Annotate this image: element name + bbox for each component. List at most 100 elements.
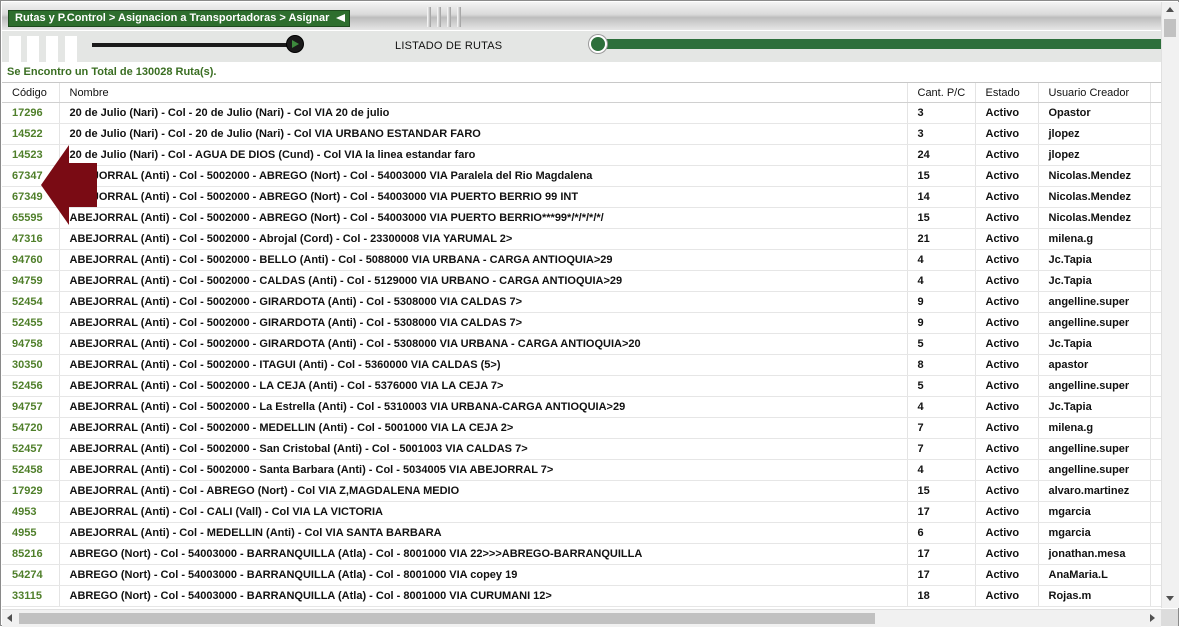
table-row[interactable]: 52457 ABEJORRAL (Anti) - Col - 5002000 - … [2, 438, 1161, 460]
cell-codigo[interactable]: 52454 [2, 291, 60, 313]
table-row[interactable]: 52455 ABEJORRAL (Anti) - Col - 5002000 - … [2, 312, 1161, 334]
cell-spacer [1150, 291, 1161, 313]
vertical-scroll-thumb[interactable] [1164, 19, 1176, 37]
scroll-down-icon[interactable] [1166, 596, 1174, 601]
table-row[interactable]: 67349 ABEJORRAL (Anti) - Col - 5002000 - … [2, 186, 1161, 208]
table-row[interactable]: 17929 ABEJORRAL (Anti) - Col - ABREGO (No… [2, 480, 1161, 502]
grip-handle-icon[interactable] [437, 7, 441, 27]
table-row[interactable]: 67347 ABEJORRAL (Anti) - Col - 5002000 - … [2, 165, 1161, 187]
cell-usuario: jlopez [1038, 123, 1151, 145]
cell-usuario: Jc.Tapia [1038, 396, 1151, 418]
cell-nombre: ABEJORRAL (Anti) - Col - 5002000 - Santa… [59, 459, 908, 481]
column-header-nombre[interactable]: Nombre [59, 83, 908, 103]
cell-estado: Activo [975, 543, 1039, 565]
table-row[interactable]: 65595 ABEJORRAL (Anti) - Col - 5002000 - … [2, 207, 1161, 229]
scroll-up-icon[interactable] [1166, 7, 1174, 12]
cell-codigo[interactable]: 30350 [2, 354, 60, 376]
breadcrumb[interactable]: Rutas y P.Control > Asignacion a Transpo… [8, 10, 351, 27]
table-row[interactable]: 94758 ABEJORRAL (Anti) - Col - 5002000 - … [2, 333, 1161, 355]
cell-cant: 14 [907, 186, 976, 208]
cell-codigo[interactable]: 54720 [2, 417, 60, 439]
cell-codigo[interactable]: 4955 [2, 522, 60, 544]
cell-codigo[interactable]: 33115 [2, 585, 60, 607]
cell-codigo[interactable]: 52456 [2, 375, 60, 397]
cell-codigo[interactable]: 17296 [2, 102, 60, 124]
cell-codigo[interactable]: 94759 [2, 270, 60, 292]
column-header-estado[interactable]: Estado [975, 83, 1039, 103]
cell-codigo[interactable]: 52458 [2, 459, 60, 481]
cell-codigo[interactable]: 14522 [2, 123, 60, 145]
cell-codigo[interactable]: 94760 [2, 249, 60, 271]
cell-estado: Activo [975, 459, 1039, 481]
grip-handle-icon[interactable] [457, 7, 461, 27]
table-row[interactable]: 85216 ABREGO (Nort) - Col - 54003000 - BA… [2, 543, 1161, 565]
panel-divider [9, 36, 21, 62]
cell-nombre: ABEJORRAL (Anti) - Col - MEDELLIN (Anti)… [59, 522, 908, 544]
cell-codigo[interactable]: 94758 [2, 333, 60, 355]
grip-handle-icon[interactable] [427, 7, 431, 27]
progress-handle[interactable] [589, 35, 607, 53]
table-row[interactable]: 54274 ABREGO (Nort) - Col - 54003000 - BA… [2, 564, 1161, 586]
cell-nombre: ABEJORRAL (Anti) - Col - 5002000 - CALDA… [59, 270, 908, 292]
column-header-usuario[interactable]: Usuario Creador [1038, 83, 1151, 103]
table-row[interactable]: 14523 20 de Julio (Nari) - Col - AGUA DE … [2, 144, 1161, 166]
cell-codigo[interactable]: 52455 [2, 312, 60, 334]
scroll-left-icon[interactable] [7, 614, 12, 622]
scroll-right-icon[interactable] [1150, 614, 1155, 622]
cell-usuario: milena.g [1038, 228, 1151, 250]
app-frame: Rutas y P.Control > Asignacion a Transpo… [0, 0, 1179, 627]
table-row[interactable]: 33115 ABREGO (Nort) - Col - 54003000 - BA… [2, 585, 1161, 607]
table-row[interactable]: 52456 ABEJORRAL (Anti) - Col - 5002000 - … [2, 375, 1161, 397]
cell-estado: Activo [975, 438, 1039, 460]
cell-cant: 9 [907, 312, 976, 334]
back-arrow-icon[interactable] [336, 14, 346, 22]
table-row[interactable]: 30350 ABEJORRAL (Anti) - Col - 5002000 - … [2, 354, 1161, 376]
cell-estado: Activo [975, 312, 1039, 334]
cell-usuario: milena.g [1038, 417, 1151, 439]
cell-codigo[interactable]: 94757 [2, 396, 60, 418]
table-row[interactable]: 4955 ABEJORRAL (Anti) - Col - MEDELLIN (A… [2, 522, 1161, 544]
cell-codigo[interactable]: 17929 [2, 480, 60, 502]
cell-usuario: Rojas.m [1038, 585, 1151, 607]
cell-estado: Activo [975, 501, 1039, 523]
cell-codigo[interactable]: 54274 [2, 564, 60, 586]
column-header-cant[interactable]: Cant. P/C [907, 83, 976, 103]
table-row[interactable]: 94757 ABEJORRAL (Anti) - Col - 5002000 - … [2, 396, 1161, 418]
cell-usuario: Jc.Tapia [1038, 333, 1151, 355]
table-row[interactable]: 94760 ABEJORRAL (Anti) - Col - 5002000 - … [2, 249, 1161, 271]
vertical-scrollbar[interactable] [1161, 2, 1179, 608]
cell-spacer [1150, 270, 1161, 292]
cell-usuario: mgarcia [1038, 501, 1151, 523]
table-row[interactable]: 47316 ABEJORRAL (Anti) - Col - 5002000 - … [2, 228, 1161, 250]
table-row[interactable]: 52458 ABEJORRAL (Anti) - Col - 5002000 - … [2, 459, 1161, 481]
table-row[interactable]: 14522 20 de Julio (Nari) - Col - 20 de Ju… [2, 123, 1161, 145]
column-header-codigo[interactable]: Código [2, 83, 60, 103]
table-row[interactable]: 54720 ABEJORRAL (Anti) - Col - 5002000 - … [2, 417, 1161, 439]
cell-estado: Activo [975, 375, 1039, 397]
cell-cant: 7 [907, 438, 976, 460]
table-row[interactable]: 4953 ABEJORRAL (Anti) - Col - CALI (Vall)… [2, 501, 1161, 523]
cell-usuario: alvaro.martinez [1038, 480, 1151, 502]
cell-codigo[interactable]: 85216 [2, 543, 60, 565]
table-row[interactable]: 94759 ABEJORRAL (Anti) - Col - 5002000 - … [2, 270, 1161, 292]
cell-codigo[interactable]: 4953 [2, 501, 60, 523]
cell-estado: Activo [975, 123, 1039, 145]
table-row[interactable]: 52454 ABEJORRAL (Anti) - Col - 5002000 - … [2, 291, 1161, 313]
progress-bar[interactable] [595, 39, 1161, 49]
cell-codigo[interactable]: 52457 [2, 438, 60, 460]
column-header-spacer [1150, 83, 1161, 103]
slider-track[interactable] [92, 43, 290, 47]
grip-handle-icon[interactable] [447, 7, 451, 27]
table-row[interactable]: 17296 20 de Julio (Nari) - Col - 20 de Ju… [2, 102, 1161, 124]
horizontal-scrollbar[interactable] [2, 609, 1161, 627]
cell-spacer [1150, 396, 1161, 418]
cell-nombre: ABEJORRAL (Anti) - Col - 5002000 - GIRAR… [59, 312, 908, 334]
cell-nombre: ABEJORRAL (Anti) - Col - CALI (Vall) - C… [59, 501, 908, 523]
cell-cant: 4 [907, 249, 976, 271]
cell-spacer [1150, 312, 1161, 334]
routes-table-container[interactable]: Código Nombre Cant. P/C Estado Usuario C… [2, 82, 1161, 609]
cell-cant: 3 [907, 123, 976, 145]
horizontal-scroll-thumb[interactable] [19, 613, 875, 624]
cell-codigo[interactable]: 47316 [2, 228, 60, 250]
play-button-icon[interactable] [286, 35, 304, 53]
